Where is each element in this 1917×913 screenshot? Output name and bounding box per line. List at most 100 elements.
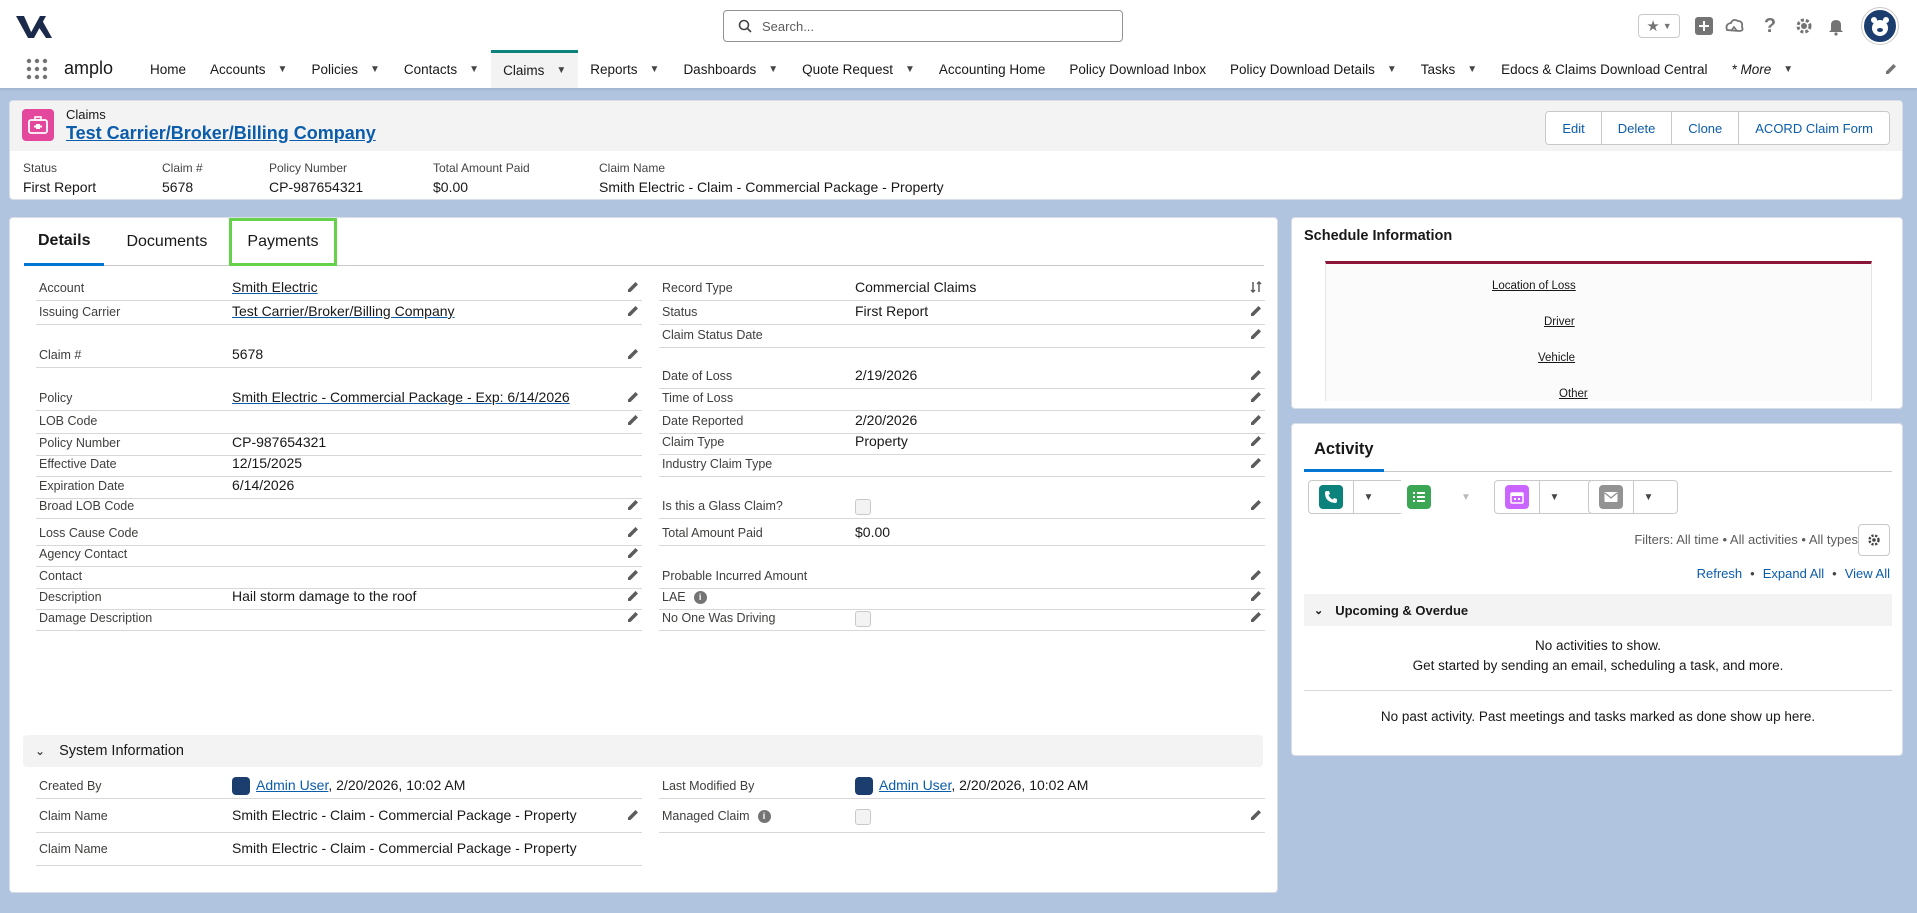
chevron-down-icon[interactable]: ▼ (1783, 64, 1793, 75)
edit-pencil-icon[interactable] (1249, 413, 1263, 427)
policy-link[interactable]: Smith Electric - Commercial Package - Ex… (232, 389, 570, 405)
edit-pencil-icon[interactable] (1249, 456, 1263, 470)
new-task-button[interactable]: ▼ (1399, 480, 1487, 514)
nav-item-policy-download-inbox[interactable]: Policy Download Inbox (1057, 50, 1218, 88)
nav-item-contacts[interactable]: Contacts ▼ (392, 50, 491, 88)
tab-details[interactable]: Details (24, 218, 105, 266)
info-icon[interactable]: i (757, 810, 771, 824)
system-information-section-header[interactable]: ⌄ System Information (23, 735, 1263, 767)
nav-item-more[interactable]: * More ▼ (1720, 50, 1806, 88)
edit-pencil-icon[interactable] (626, 498, 640, 512)
view-all-link[interactable]: View All (1845, 566, 1890, 581)
edit-pencil-icon[interactable] (626, 610, 640, 624)
issuing-carrier-link[interactable]: Test Carrier/Broker/Billing Company (232, 303, 455, 319)
setup-gear-icon[interactable] (1792, 14, 1816, 38)
chevron-down-icon[interactable]: ▼ (1539, 481, 1569, 513)
edit-pencil-icon[interactable] (1249, 498, 1263, 512)
edit-pencil-icon[interactable] (626, 546, 640, 560)
edit-pencil-icon[interactable] (1249, 327, 1263, 341)
no-one-was-driving-checkbox[interactable] (855, 611, 871, 627)
info-icon[interactable]: i (693, 591, 707, 605)
edit-pencil-icon[interactable] (626, 390, 640, 404)
created-by-user-link[interactable]: Admin User (256, 777, 328, 793)
edit-pencil-icon[interactable] (626, 280, 640, 294)
edit-button[interactable]: Edit (1546, 112, 1601, 144)
chevron-down-icon[interactable]: ▼ (1451, 481, 1481, 513)
edit-pencil-icon[interactable] (626, 568, 640, 582)
chevron-down-icon[interactable]: ▼ (768, 64, 778, 75)
other-link[interactable]: Other (1559, 388, 1588, 400)
global-search-input[interactable]: Search... (723, 10, 1123, 42)
edit-pencil-icon[interactable] (1249, 589, 1263, 603)
nav-item-edocs-claims-download-central[interactable]: Edocs & Claims Download Central (1489, 50, 1719, 88)
email-button[interactable]: ▼ (1588, 480, 1678, 514)
edit-pencil-icon[interactable] (1249, 368, 1263, 382)
user-avatar[interactable] (1862, 8, 1898, 44)
chevron-down-icon[interactable]: ▼ (1467, 64, 1477, 75)
vehicle-link[interactable]: Vehicle (1538, 352, 1575, 364)
tab-documents[interactable]: Documents (112, 218, 221, 266)
nav-item-accounts[interactable]: Accounts ▼ (198, 50, 299, 88)
notifications-bell-icon[interactable] (1824, 14, 1848, 38)
chevron-down-icon[interactable]: ▼ (650, 64, 660, 75)
edit-nav-pencil-icon[interactable] (1884, 62, 1898, 79)
edit-pencil-icon[interactable] (626, 589, 640, 603)
edit-pencil-icon[interactable] (1249, 304, 1263, 318)
edit-pencil-icon[interactable] (626, 525, 640, 539)
nav-item-policies[interactable]: Policies ▼ (299, 50, 391, 88)
nav-item-tasks[interactable]: Tasks ▼ (1409, 50, 1489, 88)
edit-pencil-icon[interactable] (1249, 808, 1263, 822)
edit-pencil-icon[interactable] (1249, 568, 1263, 582)
nav-item-claims[interactable]: Claims ▼ (491, 50, 579, 88)
record-title[interactable]: Test Carrier/Broker/Billing Company (66, 123, 376, 144)
chevron-down-icon[interactable]: ▼ (556, 65, 566, 76)
expand-all-link[interactable]: Expand All (1763, 566, 1824, 581)
clone-button[interactable]: Clone (1671, 112, 1739, 144)
location-of-loss-link[interactable]: Location of Loss (1492, 280, 1576, 292)
nav-items: Home Accounts ▼ Policies ▼ Contacts ▼ Claims ▼ Re… (138, 50, 1805, 88)
tab-activity[interactable]: Activity (1304, 430, 1384, 472)
nav-item-quote-request[interactable]: Quote Request ▼ (790, 50, 927, 88)
trailhead-icon[interactable] (1722, 14, 1746, 38)
managed-claim-checkbox[interactable] (855, 809, 871, 825)
change-record-type-icon[interactable] (1249, 280, 1263, 294)
log-a-call-button[interactable]: ▼ (1308, 480, 1412, 514)
edit-pencil-icon[interactable] (626, 304, 640, 318)
global-actions-icon[interactable] (1692, 14, 1716, 38)
activity-settings-gear-icon[interactable] (1858, 524, 1890, 556)
edit-pencil-icon[interactable] (1249, 390, 1263, 404)
chevron-down-icon[interactable]: ▼ (1353, 481, 1383, 513)
nav-item-home[interactable]: Home (138, 50, 198, 88)
modified-by-user-link[interactable]: Admin User (879, 777, 951, 793)
tab-payments[interactable]: Payments (229, 218, 337, 266)
new-event-button[interactable]: ▼ (1494, 480, 1598, 514)
edit-pencil-icon[interactable] (626, 808, 640, 822)
chevron-down-icon[interactable]: ▼ (469, 64, 479, 75)
nav-item-reports[interactable]: Reports ▼ (578, 50, 671, 88)
is-this-a-glass-claim-checkbox[interactable] (855, 499, 871, 515)
edit-pencil-icon[interactable] (1249, 434, 1263, 448)
chevron-down-icon[interactable]: ▼ (1387, 64, 1397, 75)
chevron-down-icon[interactable]: ▼ (370, 64, 380, 75)
account-link[interactable]: Smith Electric (232, 279, 318, 295)
delete-button[interactable]: Delete (1600, 112, 1672, 144)
chevron-down-icon[interactable]: ▼ (905, 64, 915, 75)
app-logo[interactable] (14, 12, 54, 40)
chevron-down-icon[interactable]: ▼ (1633, 481, 1663, 513)
edit-pencil-icon[interactable] (1249, 610, 1263, 624)
nav-item-accounting-home[interactable]: Accounting Home (927, 50, 1058, 88)
app-launcher-icon[interactable] (26, 58, 48, 80)
edit-pencil-icon[interactable] (626, 347, 640, 361)
nav-item-policy-download-details[interactable]: Policy Download Details ▼ (1218, 50, 1409, 88)
edit-pencil-icon[interactable] (626, 413, 640, 427)
upcoming-overdue-section-header[interactable]: ⌄ Upcoming & Overdue (1304, 594, 1892, 626)
acord-claim-form-button[interactable]: ACORD Claim Form (1738, 112, 1889, 144)
field-no-one-was-driving: No One Was Driving (659, 605, 1265, 631)
field-claim-name: Claim Name Smith Electric - Claim - Comm… (36, 803, 642, 833)
refresh-link[interactable]: Refresh (1697, 566, 1743, 581)
favorites-button[interactable]: ★ ▼ (1638, 14, 1680, 38)
chevron-down-icon[interactable]: ▼ (278, 64, 288, 75)
nav-item-dashboards[interactable]: Dashboards ▼ (671, 50, 790, 88)
driver-link[interactable]: Driver (1544, 316, 1575, 328)
help-icon[interactable]: ? (1760, 14, 1780, 38)
